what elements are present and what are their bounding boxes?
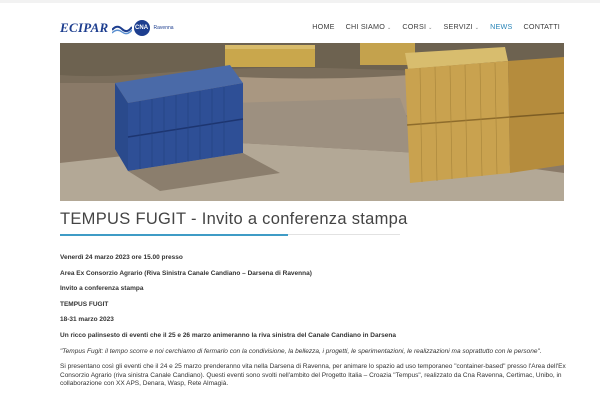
- containers-photo: [60, 43, 564, 201]
- logo-text: ECIPAR: [60, 20, 109, 35]
- top-border: [0, 0, 600, 3]
- nav-label: CHI SIAMO: [345, 22, 385, 31]
- nav-item-corsi[interactable]: CORSI ⌄: [402, 22, 432, 31]
- logo-wave-icon: [111, 25, 132, 35]
- event-type: Invito a conferenza stampa: [60, 285, 144, 293]
- nav-label: CORSI: [402, 22, 427, 31]
- nav-label: CONTATTI: [523, 22, 560, 31]
- title-accent-bar: [60, 234, 288, 236]
- event-dates: 18-31 marzo 2023: [60, 316, 114, 324]
- chevron-down-icon: ⌄: [386, 25, 392, 31]
- site-header: ECIPAR CNA Ravenna HOME CHI SIAMO ⌄ CORSI…: [0, 8, 600, 46]
- nav-label: HOME: [312, 22, 335, 31]
- article-quote: "Tempus Fugit: il tempo scorre e noi cer…: [60, 347, 542, 355]
- chevron-down-icon: ⌄: [474, 25, 480, 31]
- event-summary: Un ricco palinsesto di eventi che il 25 …: [60, 331, 396, 339]
- nav-item-chi-siamo[interactable]: CHI SIAMO ⌄: [346, 22, 392, 31]
- nav-label: SERVIZI: [443, 22, 473, 31]
- page-title: TEMPUS FUGIT - Invito a conferenza stamp…: [60, 210, 408, 228]
- nav-item-contatti[interactable]: CONTATTI: [524, 22, 560, 31]
- nav-item-home[interactable]: HOME: [312, 22, 334, 31]
- chevron-down-icon: ⌄: [428, 25, 433, 31]
- event-location: Area Ex Consorzio Agrario (Riva Sinistra…: [60, 269, 312, 277]
- article-body: Venerdì 24 marzo 2023 ore 15.00 presso A…: [60, 254, 570, 396]
- nav-label: NEWS: [490, 22, 513, 31]
- nav-item-servizi[interactable]: SERVIZI ⌄: [444, 22, 480, 31]
- hero-image: [60, 43, 564, 201]
- site-logo[interactable]: ECIPAR CNA Ravenna: [60, 19, 174, 37]
- logo-city: Ravenna: [153, 25, 174, 31]
- event-name: TEMPUS FUGIT: [60, 300, 109, 308]
- event-date: Venerdì 24 marzo 2023 ore 15.00 presso: [60, 254, 183, 261]
- logo-badge: CNA: [133, 20, 150, 36]
- article-paragraph: Si presentano così gli eventi che il 24 …: [60, 363, 566, 388]
- nav-item-news[interactable]: NEWS: [490, 22, 512, 31]
- main-nav: HOME CHI SIAMO ⌄ CORSI ⌄ SERVIZI ⌄ NEWS CON…: [301, 22, 560, 31]
